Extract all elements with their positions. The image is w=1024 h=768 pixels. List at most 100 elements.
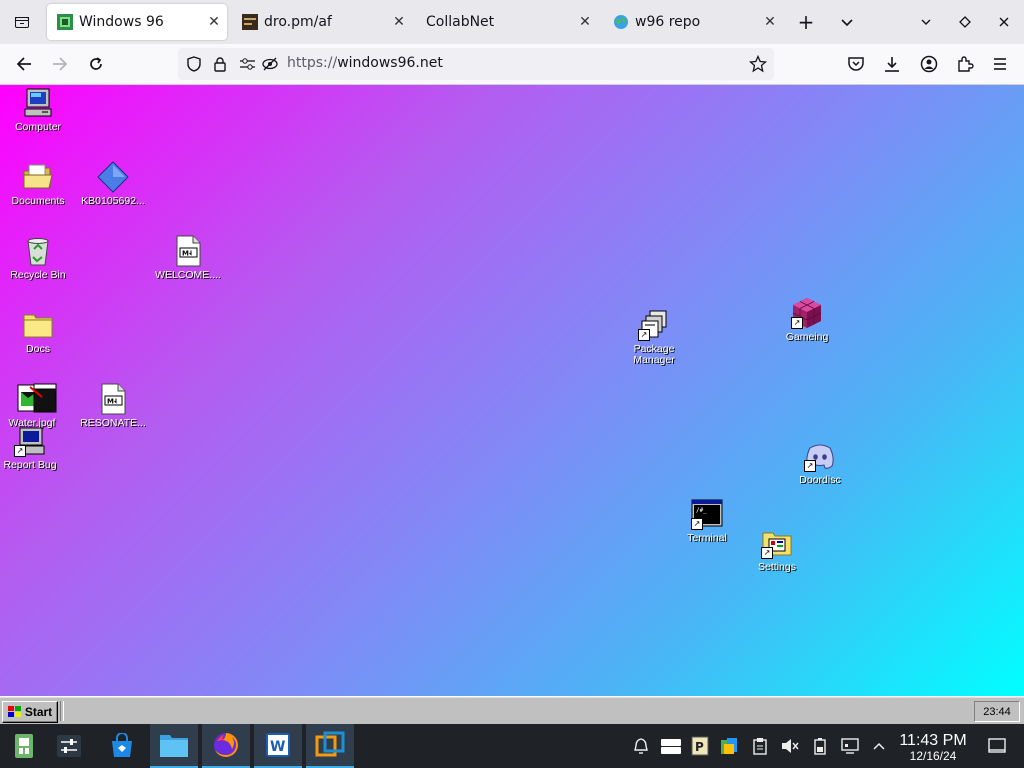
file-manager-icon[interactable] [150,724,198,768]
dro-favicon-icon [242,14,258,30]
panel-date: 12/16/24 [909,749,957,763]
shield-icon[interactable] [182,52,206,76]
store-icon[interactable] [98,724,146,768]
forward-icon[interactable] [48,52,72,76]
image-file-icon [16,383,57,415]
tab-title: CollabNet [426,14,495,30]
svg-text:M: M [107,398,114,406]
download-icon[interactable] [880,52,904,76]
discord-icon: ↗ [804,440,836,472]
desktop-icon-recycle-bin[interactable]: Recycle Bin [0,235,78,281]
close-tab-icon[interactable]: ✕ [572,14,598,30]
terminal-icon: /#_ ↗ [691,498,723,530]
desktop-icon-kb0105692[interactable]: KB0105692... [73,161,153,207]
tray-expand-icon[interactable] [869,736,889,756]
settings-sliders-icon[interactable] [45,724,93,768]
settings-folder-icon: ↗ [761,527,793,559]
desktop-icon-gameing[interactable]: ↗ Gameing [767,297,847,343]
w96-clock[interactable]: 23:44 [974,701,1020,722]
panel-clock[interactable]: 11:43 PM 12/16/24 [894,732,972,763]
back-icon[interactable] [12,52,36,76]
permissions-icon[interactable] [236,52,260,76]
svg-text:M: M [182,250,189,258]
reload-icon[interactable] [84,52,108,76]
tab-title: dro.pm/af [264,14,332,30]
clipboard-icon[interactable] [750,736,770,756]
clipboard-tray-icon[interactable] [719,736,739,756]
firefox-icon[interactable] [202,724,250,768]
menu-icon[interactable] [988,52,1012,76]
desktop-icon-terminal[interactable]: /#_ ↗ Terminal [667,498,747,544]
extensions-icon[interactable] [953,52,977,76]
desktop-icon-doordisc[interactable]: ↗ Doordisc [780,440,860,486]
tab-overflow-icon[interactable] [835,10,859,34]
tab-dro-pm[interactable]: dro.pm/af ✕ [232,4,412,40]
windows-logo-icon [7,706,21,717]
shortcut-arrow-icon: ↗ [638,329,650,341]
tab-collabnet[interactable]: CollabNet ✕ [418,4,598,40]
windows96-favicon-icon [57,14,73,30]
app-launcher-icon[interactable] [0,724,48,768]
globe-favicon-icon [613,14,629,30]
shortcut-arrow-icon: ↗ [14,445,26,457]
folder-open-icon [22,161,54,193]
desktop-icon-report-bug[interactable]: ↗ Report Bug [0,425,70,471]
desktop-icon-water-jpgf[interactable]: Water.jpgf [0,383,72,429]
desktop-icon-label: Gameing [785,331,829,343]
w96-desktop[interactable]: Computer Documents KB0105692... Recycle … [0,85,1024,696]
close-tab-icon[interactable]: ✕ [757,14,783,30]
desktop-icon-settings[interactable]: ↗ Settings [737,527,817,573]
desktop-icon-label: Documents [11,195,65,207]
desktop-icon-label: Report Bug [3,459,57,471]
tab-bar: Windows 96 ✕ dro.pm/af ✕ CollabNet ✕ w96… [0,0,1024,44]
volume-muted-icon[interactable] [780,736,800,756]
desktop-icon-documents[interactable]: Documents [0,161,78,207]
desktop-icon-label: Settings [758,561,796,573]
show-desktop-icon[interactable] [987,736,1007,756]
battery-icon[interactable] [810,736,830,756]
tracking-icon[interactable] [258,52,282,76]
url-scheme: https:// [287,55,338,71]
maximize-icon[interactable] [953,10,977,34]
account-icon[interactable] [917,52,941,76]
url-bar[interactable]: https://windows96.net [178,48,774,80]
chevron-down-icon[interactable] [914,10,938,34]
url-text: https://windows96.net [287,55,443,71]
svg-text:P: P [695,740,704,754]
window-icon[interactable] [660,736,682,756]
close-tab-icon[interactable]: ✕ [386,14,412,30]
desktop-icon-label: Terminal [687,532,727,544]
markdown-file-icon: M [97,383,129,415]
parsec-icon[interactable]: P [690,736,710,756]
desktop-icon-label: Computer [14,121,62,133]
game-cube-icon: ↗ [791,297,823,329]
taskbar-separator [60,701,64,721]
virtualbox-icon[interactable] [306,724,354,768]
start-button[interactable]: Start [2,701,58,723]
panel-time: 11:43 PM [899,732,967,749]
desktop-icon-resonate[interactable]: M RESONATE... [73,383,153,429]
tab-list-icon[interactable] [0,0,44,44]
desktop-icon-label: RESONATE... [80,417,146,429]
computer-icon [22,87,54,119]
shortcut-arrow-icon: ↗ [691,518,703,530]
bookmark-star-icon[interactable] [746,52,770,76]
tab-windows96[interactable]: Windows 96 ✕ [47,4,227,40]
lock-icon[interactable] [208,52,232,76]
close-icon[interactable] [992,10,1016,34]
wps-writer-icon[interactable]: W [254,724,302,768]
notifications-icon[interactable] [631,736,651,756]
desktop-icon-welcome[interactable]: M WELCOME.... [148,235,228,281]
desktop-icon-computer[interactable]: Computer [0,87,78,133]
desktop-icon-package-manager[interactable]: ↗ Package Manager [614,309,694,366]
tab-w96-repo[interactable]: w96 repo ✕ [603,4,783,40]
folder-icon [22,309,54,341]
desktop-icon-docs[interactable]: Docs [0,309,78,355]
close-tab-icon[interactable]: ✕ [201,14,227,30]
pocket-icon[interactable] [844,52,868,76]
network-icon[interactable] [840,736,860,756]
shortcut-arrow-icon: ↗ [761,547,773,559]
new-tab-icon[interactable]: + [794,10,818,34]
package-icon: ↗ [638,309,670,341]
shortcut-arrow-icon: ↗ [804,460,816,472]
